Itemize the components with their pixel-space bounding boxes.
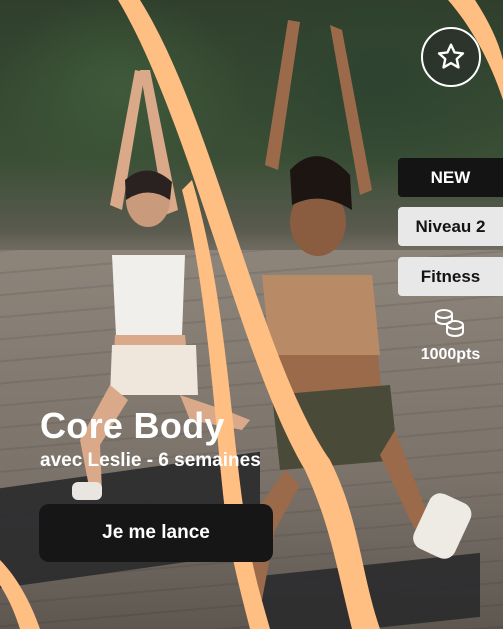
accent-ribbon-bottom-left [0, 560, 40, 629]
coins-icon [435, 309, 464, 338]
start-button[interactable]: Je me lance [39, 504, 273, 562]
category-badge: Fitness [398, 257, 503, 296]
reward-points: 1000pts [420, 346, 481, 363]
favorite-button[interactable] [421, 27, 481, 87]
new-badge: NEW [398, 158, 503, 197]
program-card[interactable]: NEW Niveau 2 Fitness 1000pts Core Body a… [0, 0, 503, 629]
star-icon [437, 43, 465, 69]
program-subtitle: avec Leslie - 6 semaines [40, 450, 261, 471]
program-title: Core Body [40, 405, 225, 446]
level-badge: Niveau 2 [398, 207, 503, 246]
